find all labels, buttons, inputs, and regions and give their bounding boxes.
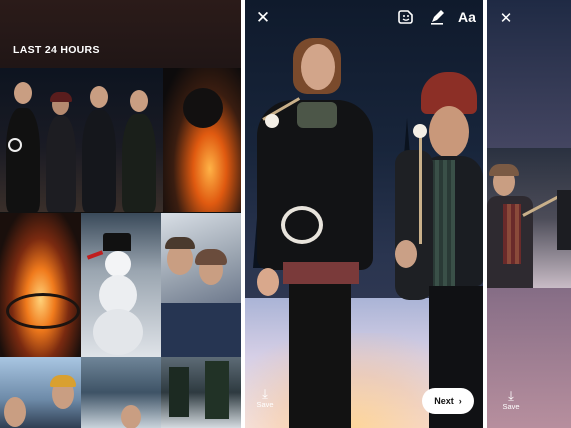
next-button[interactable]: Next › bbox=[422, 388, 474, 414]
save-button[interactable]: ⤓ Save bbox=[500, 388, 522, 411]
download-icon: ⤓ bbox=[262, 386, 268, 401]
sticker-button[interactable] bbox=[397, 8, 415, 26]
draw-button[interactable] bbox=[428, 8, 446, 26]
preview-photo bbox=[487, 148, 571, 288]
gallery-tile-fire-pit-photo[interactable] bbox=[0, 213, 81, 357]
text-tool-button[interactable]: Aa bbox=[454, 8, 480, 26]
download-icon: ⤓ bbox=[508, 388, 514, 403]
gallery-tile-selfie-photo[interactable] bbox=[161, 213, 241, 357]
close-button[interactable]: ✕ bbox=[254, 8, 272, 27]
gallery-panel: LAST 24 HOURS bbox=[0, 0, 241, 428]
gallery-header: LAST 24 HOURS bbox=[0, 0, 241, 68]
next-label: Next bbox=[434, 396, 454, 406]
sticker-icon bbox=[398, 10, 413, 24]
story-preview-panel: ✕ ⤓ Save bbox=[487, 0, 571, 428]
pen-icon bbox=[431, 10, 444, 25]
gallery-tile-snowman-photo[interactable] bbox=[81, 213, 161, 357]
save-label: Save bbox=[502, 402, 520, 411]
gallery-tile-campfire-photo[interactable] bbox=[163, 68, 241, 212]
gallery-tile-group-photo[interactable] bbox=[0, 68, 163, 212]
save-label: Save bbox=[256, 400, 274, 409]
gallery-tile-forest-photo[interactable] bbox=[161, 357, 241, 428]
gallery-tile-snowy-trees-photo[interactable] bbox=[81, 357, 161, 428]
story-editor-panel: ✕ Aa ⤓ Save Next › bbox=[245, 0, 483, 428]
save-button[interactable]: ⤓ Save bbox=[254, 386, 276, 409]
chevron-right-icon: › bbox=[458, 396, 462, 406]
close-icon: ✕ bbox=[499, 10, 513, 27]
close-button[interactable]: ✕ bbox=[497, 9, 515, 27]
gallery-tile-portrait-photo[interactable] bbox=[0, 357, 81, 428]
close-icon: ✕ bbox=[255, 8, 271, 27]
section-title: LAST 24 HOURS bbox=[13, 44, 100, 56]
